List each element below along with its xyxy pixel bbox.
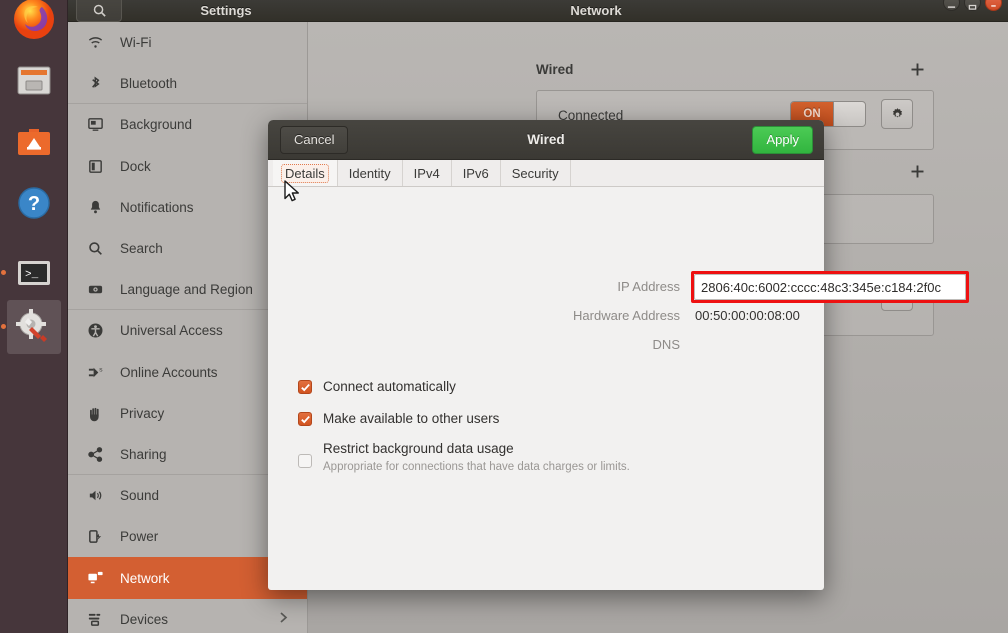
running-indicator-settings [1, 324, 6, 329]
add-wired-button[interactable] [906, 58, 928, 80]
plus-icon [911, 63, 923, 75]
dialog-title: Wired [527, 132, 565, 147]
minimize-icon [947, 6, 956, 8]
language-icon [86, 281, 104, 299]
check-icon [300, 383, 310, 391]
sidebar-item-bluetooth[interactable]: Bluetooth [68, 63, 307, 104]
speaker-icon [86, 487, 104, 505]
checkbox-label: Connect automatically [323, 379, 456, 394]
close-button[interactable] [985, 0, 1002, 11]
sidebar-item-label: Bluetooth [120, 76, 178, 92]
sidebar-item-label: Wi-Fi [120, 35, 152, 51]
background-icon [86, 116, 104, 134]
minimize-button[interactable] [943, 0, 960, 11]
mouse-cursor [284, 180, 299, 202]
dialog-body: IP Address 2806:40c:6002:cccc:48c3:345e:… [268, 187, 969, 589]
ip-address-value[interactable]: 2806:40c:6002:cccc:48c3:345e:c184:2f0c [694, 274, 966, 300]
running-indicator-terminal [1, 270, 6, 275]
dialog-header: Cancel Wired Apply [268, 120, 824, 160]
svg-text:?: ? [28, 193, 40, 215]
checkbox-make-available-to-other-users[interactable] [298, 412, 312, 426]
add-connection-button[interactable] [906, 160, 928, 182]
search-icon [93, 4, 106, 17]
hardware-address-value: 00:50:00:00:08:00 [695, 308, 800, 323]
tab-ipv6[interactable]: IPv6 [452, 160, 501, 186]
files-icon [17, 66, 51, 95]
dialog-tabbar: Details Identity IPv4 IPv6 Security [268, 160, 824, 187]
search-icon [86, 240, 104, 258]
tab-identity[interactable]: Identity [338, 160, 403, 186]
online-accounts-icon: s [86, 363, 104, 381]
dns-label: DNS [652, 337, 680, 352]
tab-label: IPv4 [413, 165, 440, 181]
sidebar-item-label: Devices [120, 611, 169, 627]
launcher-item-settings[interactable] [7, 300, 61, 354]
toggle-knob [833, 102, 865, 126]
help-icon: ? [18, 187, 50, 219]
power-icon [86, 528, 104, 546]
firefox-icon [14, 0, 54, 39]
wifi-icon [86, 34, 104, 52]
tab-label: IPv6 [462, 165, 489, 181]
apply-button[interactable]: Apply [752, 126, 813, 154]
svg-text:>_: >_ [25, 269, 39, 281]
checkbox-restrict-background-data-usage[interactable] [298, 454, 312, 468]
hardware-address-label: Hardware Address [573, 308, 680, 323]
accessibility-icon [86, 322, 104, 340]
sidebar-title: Settings [200, 3, 252, 18]
checkbox-connect-automatically[interactable] [298, 380, 312, 394]
launcher-item-terminal[interactable]: >_ [7, 246, 61, 300]
launcher-item-files[interactable] [7, 53, 61, 107]
gear-icon [892, 107, 902, 117]
devices-icon [86, 610, 104, 628]
dock-icon [86, 157, 104, 175]
check-icon [300, 415, 310, 423]
svg-text:s: s [99, 366, 103, 373]
tab-label: Identity [348, 165, 391, 181]
launcher-item-help[interactable]: ? [7, 176, 61, 230]
settings-tools-icon [16, 309, 47, 342]
checkbox-label: Make available to other users [323, 411, 500, 426]
checkbox-label: Restrict background data usage [323, 441, 514, 456]
checkbox-row-restrict-background-data[interactable]: Restrict background data usage Appropria… [298, 440, 630, 473]
close-icon [991, 5, 996, 7]
sidebar-item-devices[interactable]: Devices [68, 599, 307, 633]
sidebar-item-wifi[interactable]: Wi-Fi [68, 22, 307, 63]
search-button[interactable] [76, 0, 122, 22]
ubuntu-software-icon [18, 129, 50, 155]
panel-title: Network [570, 3, 622, 18]
sharing-icon [86, 445, 104, 463]
checkbox-row-connect-automatically[interactable]: Connect automatically [298, 378, 456, 396]
window-controls [943, 0, 1002, 11]
bluetooth-icon [86, 75, 104, 93]
ip-address-label: IP Address [617, 279, 680, 294]
tab-label: Security [511, 165, 559, 181]
bell-icon [86, 198, 104, 216]
section-heading-wired: Wired [536, 62, 574, 77]
ubuntu-launcher: ? >_ [0, 0, 68, 633]
maximize-icon [968, 4, 977, 10]
launcher-item-firefox[interactable] [7, 0, 61, 46]
titlebar: Settings Network [68, 0, 1008, 22]
chevron-right-icon [278, 611, 289, 627]
wired-connection-dialog: Cancel Wired Apply Details Identity IPv4… [268, 120, 969, 590]
wired-settings-button[interactable] [881, 99, 913, 129]
plus-icon [911, 165, 923, 177]
checkbox-row-make-available[interactable]: Make available to other users [298, 410, 499, 428]
checkbox-sublabel: Appropriate for connections that have da… [323, 461, 630, 473]
maximize-button[interactable] [964, 0, 981, 11]
tab-ipv4[interactable]: IPv4 [403, 160, 452, 186]
tab-details[interactable]: Details [273, 160, 338, 186]
desktop-screen: ? >_ Settings Network Wi-Fi Bluetooth Ba… [0, 0, 1008, 633]
launcher-item-ubuntu-software[interactable] [7, 114, 61, 168]
network-icon [86, 569, 104, 587]
terminal-icon: >_ [18, 261, 50, 285]
tab-security[interactable]: Security [501, 160, 571, 186]
privacy-hand-icon [86, 404, 104, 422]
